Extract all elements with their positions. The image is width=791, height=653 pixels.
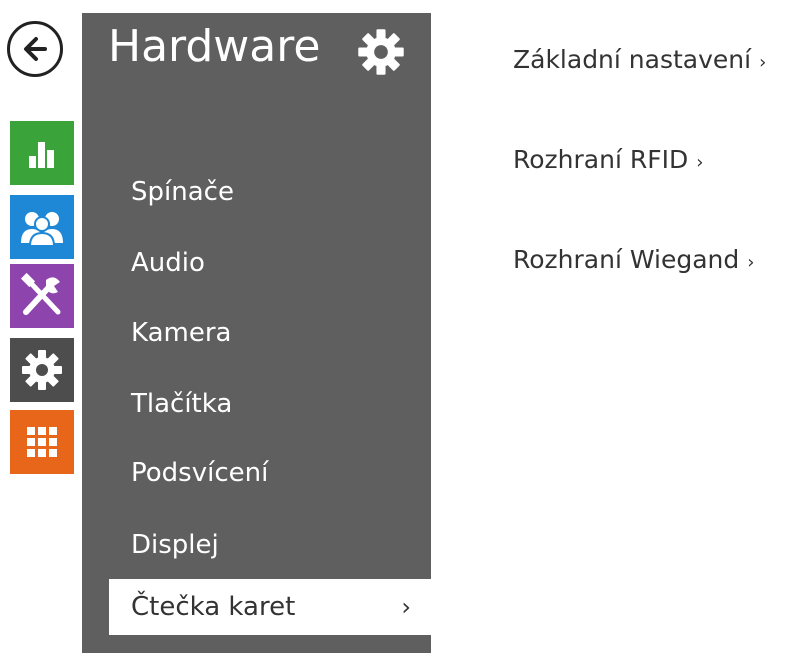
link-rozhrani-rfid[interactable]: Rozhraní RFID › — [513, 145, 703, 174]
menu-item-podsviceni[interactable]: Podsvícení — [82, 447, 431, 499]
menu-item-kamera[interactable]: Kamera — [82, 307, 431, 359]
menu-item-label: Čtečka karet — [131, 592, 296, 622]
link-label: Rozhraní Wiegand — [513, 245, 740, 274]
menu-item-label: Tlačítka — [131, 389, 233, 419]
menu-item-label: Displej — [131, 530, 219, 560]
gear-icon[interactable] — [356, 27, 406, 77]
arrow-left-icon — [24, 37, 47, 61]
grid-icon — [27, 427, 57, 457]
menu-item-label: Spínače — [131, 177, 234, 207]
link-label: Rozhraní RFID — [513, 145, 689, 174]
menu-item-label: Kamera — [131, 318, 232, 348]
link-zakladni-nastaveni[interactable]: Základní nastavení › — [513, 45, 766, 74]
menu-item-audio[interactable]: Audio — [82, 237, 431, 289]
rail-status-button[interactable] — [10, 121, 74, 185]
rail-directory-button[interactable] — [10, 195, 74, 259]
menu-item-label: Audio — [131, 248, 205, 278]
rail-hardware-button[interactable] — [10, 264, 74, 328]
chevron-right-icon: › — [401, 593, 411, 621]
menu-item-ctecka-karet[interactable]: Čtečka karet › — [109, 579, 431, 635]
tools-icon — [20, 272, 61, 315]
chevron-right-icon: › — [696, 152, 704, 173]
rail-services-button[interactable] — [10, 410, 74, 474]
link-label: Základní nastavení — [513, 45, 752, 74]
panel-title: Hardware — [108, 21, 321, 72]
menu-item-displej[interactable]: Displej — [82, 519, 431, 571]
users-icon — [21, 212, 63, 247]
menu-item-label: Podsvícení — [131, 458, 269, 488]
menu-item-spinace[interactable]: Spínače — [82, 166, 431, 218]
back-button[interactable] — [7, 21, 63, 77]
bar-chart-icon — [29, 142, 54, 168]
chevron-right-icon: › — [747, 252, 755, 273]
link-rozhrani-wiegand[interactable]: Rozhraní Wiegand › — [513, 245, 754, 274]
menu-item-tlacitka[interactable]: Tlačítka — [82, 378, 431, 430]
icon-rail — [0, 0, 82, 653]
rail-system-button[interactable] — [10, 338, 74, 402]
gear-icon — [22, 350, 62, 390]
hardware-panel: Hardware Spínače Audio Kamera Tlačítka P… — [82, 13, 431, 653]
chevron-right-icon: › — [759, 52, 767, 73]
